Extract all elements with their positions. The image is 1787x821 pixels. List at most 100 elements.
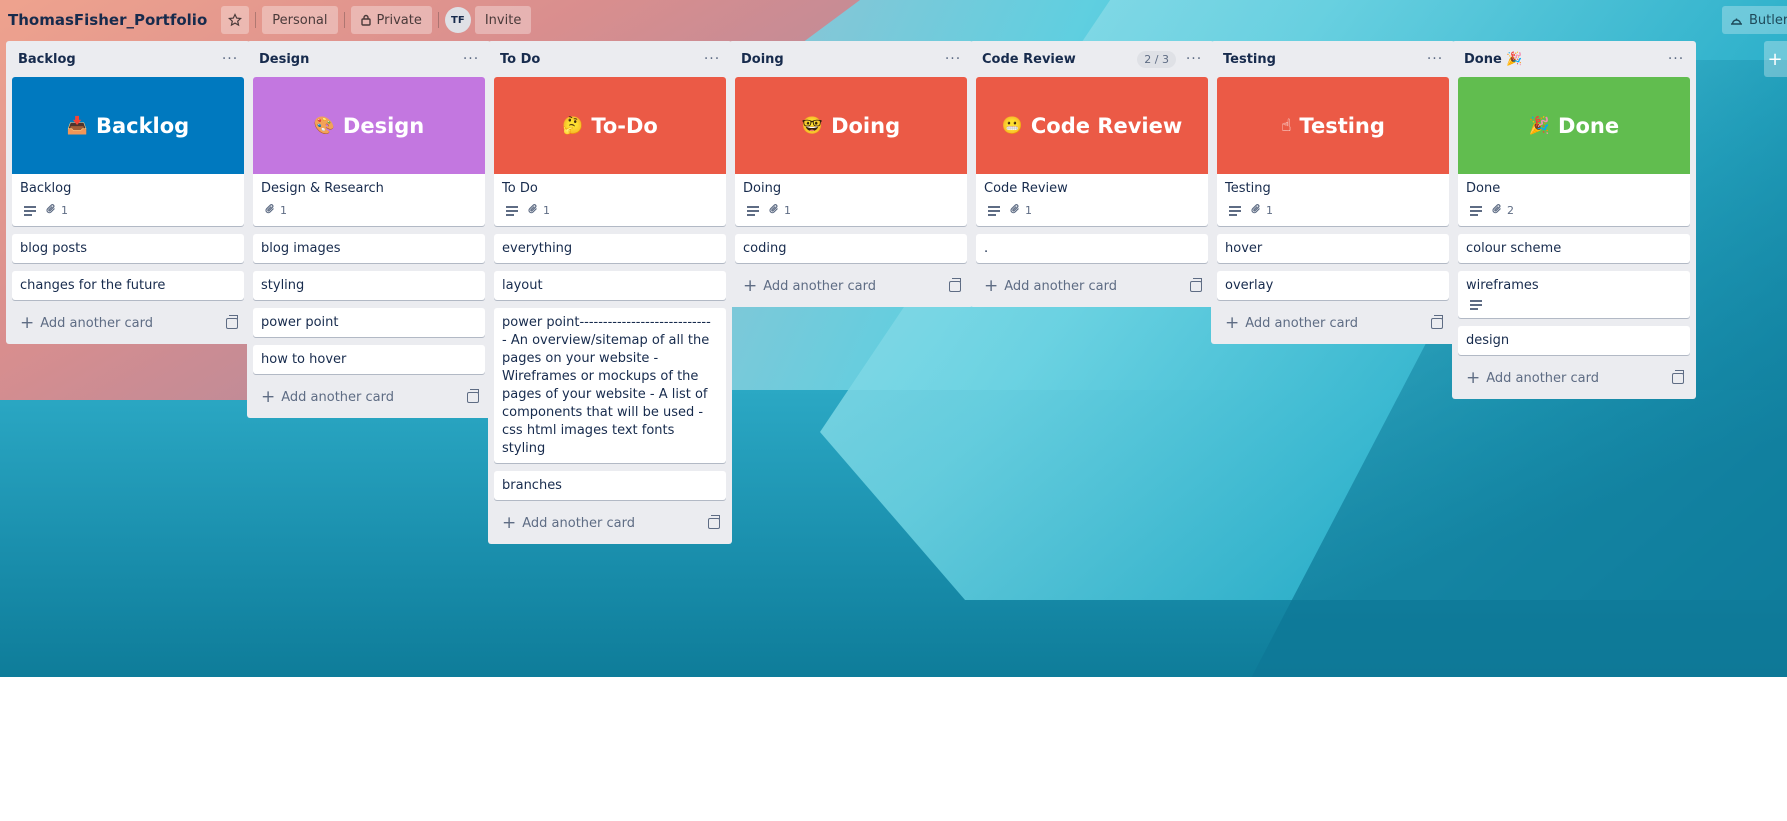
list-menu-icon[interactable]: ··· [943, 51, 963, 67]
cover-card[interactable]: 🤔 To-Do To Do 1 [494, 77, 726, 226]
add-card-button[interactable]: + Add another card [494, 508, 726, 538]
list-header-actions: ··· [220, 51, 240, 67]
list-card[interactable]: branches [494, 471, 726, 500]
paperclip-icon [769, 203, 780, 218]
card-title: . [984, 241, 989, 256]
card-template-icon[interactable] [708, 514, 720, 529]
list-card[interactable]: blog posts [12, 234, 244, 263]
list-title[interactable]: Done 🎉 [1464, 52, 1523, 67]
add-card-button[interactable]: + Add another card [976, 271, 1208, 301]
list-header: Design ··· [253, 41, 485, 77]
list-card[interactable]: power point---------------------------- … [494, 308, 726, 463]
list-card[interactable]: . [976, 234, 1208, 263]
list-menu-icon[interactable]: ··· [1425, 51, 1445, 67]
list-card[interactable]: power point [253, 308, 485, 337]
add-list-button[interactable]: + [1764, 41, 1787, 77]
butler-icon [1731, 18, 1742, 25]
list-column: Backlog ··· 📥 Backlog Backlog 1 blog posts chan… [6, 41, 250, 344]
add-card-button[interactable]: + Add another card [1458, 363, 1690, 393]
list-card[interactable]: design [1458, 326, 1690, 355]
cover-card[interactable]: ☝ Testing Testing 1 [1217, 77, 1449, 226]
cover-emoji: 🤔 [562, 115, 584, 136]
list-title[interactable]: Testing [1223, 52, 1276, 67]
card-cover: 🎨 Design [253, 77, 485, 174]
attachment-badge: 1 [265, 203, 287, 218]
description-icon [506, 205, 518, 216]
cover-card[interactable]: 🎉 Done Done 2 [1458, 77, 1690, 226]
card-template-icon[interactable] [1431, 314, 1443, 329]
description-badge [1229, 205, 1241, 216]
description-icon [1470, 205, 1482, 216]
avatar[interactable]: TF [444, 7, 471, 33]
list-header-actions: ··· [702, 51, 722, 67]
attachment-badge: 1 [769, 203, 791, 218]
cover-emoji: 🤓 [801, 115, 824, 136]
list-card[interactable]: wireframes [1458, 271, 1690, 318]
list-column: Testing ··· ☝ Testing Testing 1 hover overlay + A… [1211, 41, 1455, 344]
add-card-button[interactable]: + Add another card [1217, 308, 1449, 338]
card-badges: 1 [12, 203, 244, 226]
list-title[interactable]: Doing [741, 52, 784, 67]
card-template-icon[interactable] [1190, 277, 1202, 292]
card-title: design [1466, 333, 1510, 348]
list-title[interactable]: To Do [500, 52, 540, 67]
list-card[interactable]: how to hover [253, 345, 485, 374]
add-card-label: Add another card [40, 315, 154, 331]
list-card[interactable]: layout [494, 271, 726, 300]
cover-card[interactable]: 📥 Backlog Backlog 1 [12, 77, 244, 226]
attachment-count: 1 [1266, 204, 1273, 217]
attachment-badge: 2 [1492, 203, 1514, 218]
invite-button[interactable]: Invite [474, 6, 532, 34]
list-card[interactable]: coding [735, 234, 967, 263]
cover-emoji: ☝ [1281, 115, 1292, 136]
list-card[interactable]: styling [253, 271, 485, 300]
card-badges: 1 [253, 203, 485, 226]
workspace-button[interactable]: Personal [262, 6, 338, 34]
card-template-icon[interactable] [226, 314, 238, 329]
add-card-label: Add another card [763, 278, 877, 294]
butler-button[interactable]: Butler [1722, 6, 1787, 34]
card-cover: 🤓 Doing [735, 77, 967, 174]
list-menu-icon[interactable]: ··· [1184, 51, 1204, 67]
visibility-button[interactable]: Private [350, 6, 432, 34]
add-card-label: Add another card [281, 389, 395, 405]
add-card-left: + Add another card [984, 277, 1117, 295]
card-title: blog posts [20, 241, 88, 256]
add-card-left: + Add another card [20, 312, 154, 333]
list-card[interactable]: blog images [253, 234, 485, 263]
cover-label: Design [342, 113, 425, 138]
list-card[interactable]: overlay [1217, 271, 1449, 300]
board-header: ThomasFisher_Portfolio Personal Private … [0, 0, 1787, 40]
add-card-button[interactable]: + Add another card [253, 382, 485, 412]
card-template-icon[interactable] [949, 277, 961, 292]
list-card[interactable]: changes for the future [12, 271, 244, 300]
list-title[interactable]: Code Review [982, 52, 1076, 67]
description-badge [506, 205, 518, 216]
list-menu-icon[interactable]: ··· [220, 51, 240, 67]
list-menu-icon[interactable]: ··· [702, 51, 722, 67]
board-title[interactable]: ThomasFisher_Portfolio [8, 11, 207, 29]
attachment-count: 1 [543, 204, 550, 217]
cover-card[interactable]: 🤓 Doing Doing 1 [735, 77, 967, 226]
add-card-button[interactable]: + Add another card [735, 271, 967, 301]
card-title: wireframes [1466, 278, 1539, 293]
card-title: changes for the future [20, 278, 166, 293]
star-button[interactable] [221, 6, 250, 34]
list-menu-icon[interactable]: ··· [461, 51, 481, 67]
cover-card[interactable]: 😬 Code Review Code Review 1 [976, 77, 1208, 226]
plus-icon: + [20, 312, 35, 333]
star-icon [228, 13, 243, 27]
list-card[interactable]: everything [494, 234, 726, 263]
cover-card[interactable]: 🎨 Design Design & Research 1 [253, 77, 485, 226]
list-card[interactable]: hover [1217, 234, 1449, 263]
card-template-icon[interactable] [1672, 369, 1684, 384]
card-title: Done [1466, 181, 1501, 196]
list-title[interactable]: Design [259, 52, 309, 67]
list-card[interactable]: colour scheme [1458, 234, 1690, 263]
list-title[interactable]: Backlog [18, 52, 76, 67]
list-menu-icon[interactable]: ··· [1666, 51, 1686, 67]
paperclip-icon [46, 203, 57, 218]
add-card-button[interactable]: + Add another card [12, 308, 244, 338]
list-header-actions: ··· [1666, 51, 1686, 67]
card-template-icon[interactable] [467, 388, 479, 403]
